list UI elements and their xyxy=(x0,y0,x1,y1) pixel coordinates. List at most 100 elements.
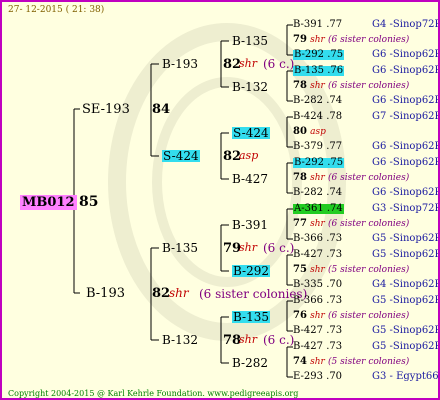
gen2-sister-note: (6 c.) xyxy=(263,333,295,347)
gen4-id[interactable]: B-366 xyxy=(293,295,323,306)
gen4-row: B-135 .76 xyxy=(293,65,345,76)
gen3-id[interactable]: S-424 xyxy=(232,127,270,139)
gen3-sister-note: (5 sister colonies) xyxy=(328,357,410,367)
gen3-stats: 79 shr (6 sister colonies) xyxy=(293,35,409,45)
gen2-code: shr xyxy=(239,333,257,346)
gen4-colony: G6 -Sinop62R xyxy=(372,187,440,198)
gen3-number: 77 xyxy=(293,218,307,229)
gen4-row: B-391 .77 xyxy=(293,20,342,30)
gen4-value: .74 xyxy=(326,187,343,198)
gen3-code: shr xyxy=(310,265,325,275)
gen4-colony: G6 -Sinop62R xyxy=(372,49,440,60)
gen4-id[interactable]: B-391 xyxy=(293,19,323,30)
gen4-value: .78 xyxy=(326,111,343,122)
gen4-id[interactable]: B-282 xyxy=(293,187,323,198)
gen4-id[interactable]: B-427 xyxy=(293,249,323,260)
gen4-value: .73 xyxy=(326,325,343,336)
gen3-sister-note: (6 sister colonies) xyxy=(328,173,410,183)
gen4-id[interactable]: A-361 xyxy=(294,203,324,214)
gen4-id[interactable]: B-366 xyxy=(293,233,323,244)
gen2-id[interactable]: B-135 xyxy=(162,242,198,254)
gen3-id[interactable]: B-427 xyxy=(232,173,268,185)
gen3-sister-note: (6 sister colonies) xyxy=(328,219,410,229)
gen3-stats: 75 shr (5 sister colonies) xyxy=(293,265,409,275)
gen3-id[interactable]: B-135 xyxy=(232,35,268,47)
gen4-row: E-293 .70 xyxy=(293,372,342,382)
gen3-id[interactable]: B-282 xyxy=(232,357,268,369)
gen3-stats: 77 shr (6 sister colonies) xyxy=(293,219,409,229)
gen3-id[interactable]: B-292 xyxy=(232,265,270,277)
gen4-colony: G7 -Sinop62R xyxy=(372,111,440,122)
gen4-row: B-335 .70 xyxy=(293,280,342,290)
gen3-stats: 76 shr (6 sister colonies) xyxy=(293,311,409,321)
gen2-code: shr xyxy=(239,57,257,70)
gen4-value: .73 xyxy=(326,341,343,352)
print-date: 27- 12-2015 ( 21: 38) xyxy=(8,5,105,15)
gen4-id[interactable]: B-427 xyxy=(293,341,323,352)
gen4-row: A-361 .74 xyxy=(293,204,344,214)
gen3-code: shr xyxy=(310,311,325,321)
gen3-code: shr xyxy=(310,81,325,91)
gen4-value: .75 xyxy=(327,157,344,168)
gen4-row: B-292 .75 xyxy=(293,157,345,168)
gen3-stats: 78 shr (6 sister colonies) xyxy=(293,81,409,91)
root-colony-number: 85 xyxy=(79,194,99,210)
pedigree-panel: 27- 12-2015 ( 21: 38) MB012 85 SE-193 84… xyxy=(0,0,440,400)
gen4-colony: G4 -Sinop62R xyxy=(372,279,440,290)
gen4-id[interactable]: B-335 xyxy=(293,279,323,290)
gen4-row: B-427 .73 xyxy=(293,250,342,260)
gen3-code: shr xyxy=(310,219,325,229)
gen4-id[interactable]: B-427 xyxy=(293,325,323,336)
gen4-id[interactable]: B-379 xyxy=(293,141,323,152)
gen4-value: .74 xyxy=(326,203,343,214)
gen3-number: 74 xyxy=(293,356,307,367)
gen4-row: B-427 .73 xyxy=(293,326,342,336)
gen1-sister-note: (6 sister colonies) xyxy=(199,287,308,301)
gen3-id[interactable]: B-132 xyxy=(232,81,268,93)
gen3-id[interactable]: B-135 xyxy=(232,311,270,323)
gen3-stats: 74 shr (5 sister colonies) xyxy=(293,357,409,367)
gen3-sister-note: (6 sister colonies) xyxy=(328,311,410,321)
gen4-value: .73 xyxy=(326,249,343,260)
gen2-id[interactable]: B-193 xyxy=(162,58,198,70)
gen1-parent-number: 84 xyxy=(152,102,171,117)
gen4-value: .70 xyxy=(326,279,343,290)
copyright-footer: Copyright 2004-2015 @ Karl Kehrle Founda… xyxy=(8,389,299,398)
gen4-value: .73 xyxy=(326,295,343,306)
gen4-id[interactable]: B-424 xyxy=(293,111,323,122)
gen4-id[interactable]: B-292 xyxy=(294,49,324,60)
gen4-colony: G5 -Sinop62R xyxy=(372,249,440,260)
gen4-colony: G6 -Sinop62R xyxy=(372,95,440,106)
gen2-id[interactable]: S-424 xyxy=(162,150,200,162)
gen3-code: shr xyxy=(310,357,325,367)
gen4-colony: G5 -Sinop62R xyxy=(372,341,440,352)
gen4-value: .70 xyxy=(326,371,343,382)
gen3-code: shr xyxy=(310,35,325,45)
gen4-row: B-427 .73 xyxy=(293,342,342,352)
gen4-id[interactable]: B-292 xyxy=(294,157,324,168)
gen2-id[interactable]: B-132 xyxy=(162,334,198,346)
gen3-id[interactable]: B-391 xyxy=(232,219,268,231)
gen4-colony: G5 -Sinop62R xyxy=(372,325,440,336)
gen4-id[interactable]: B-135 xyxy=(294,65,324,76)
gen4-colony: G5 -Sinop62R xyxy=(372,295,440,306)
gen4-id[interactable]: E-293 xyxy=(293,371,323,382)
gen3-code: shr xyxy=(310,173,325,183)
root-colony-id[interactable]: MB012 xyxy=(20,195,77,210)
gen4-value: .74 xyxy=(326,95,343,106)
gen3-code: asp xyxy=(310,127,326,137)
gen4-colony: G6 -Sinop62R xyxy=(372,157,440,168)
gen3-number: 75 xyxy=(293,264,307,275)
gen4-value: .76 xyxy=(327,65,344,76)
gen4-row: B-366 .73 xyxy=(293,296,342,306)
gen3-sister-note: (6 sister colonies) xyxy=(328,35,410,45)
gen4-row: B-366 .73 xyxy=(293,234,342,244)
gen4-id[interactable]: B-282 xyxy=(293,95,323,106)
gen4-row: B-379 .77 xyxy=(293,142,342,152)
gen3-stats: 80 asp xyxy=(293,127,326,137)
gen1-parent-id[interactable]: B-193 xyxy=(86,287,125,300)
gen1-parent-id[interactable]: SE-193 xyxy=(82,103,130,116)
gen2-code: asp xyxy=(239,149,259,162)
gen3-number: 79 xyxy=(293,34,307,45)
gen4-colony: G3 - Egypt66R xyxy=(372,371,440,382)
